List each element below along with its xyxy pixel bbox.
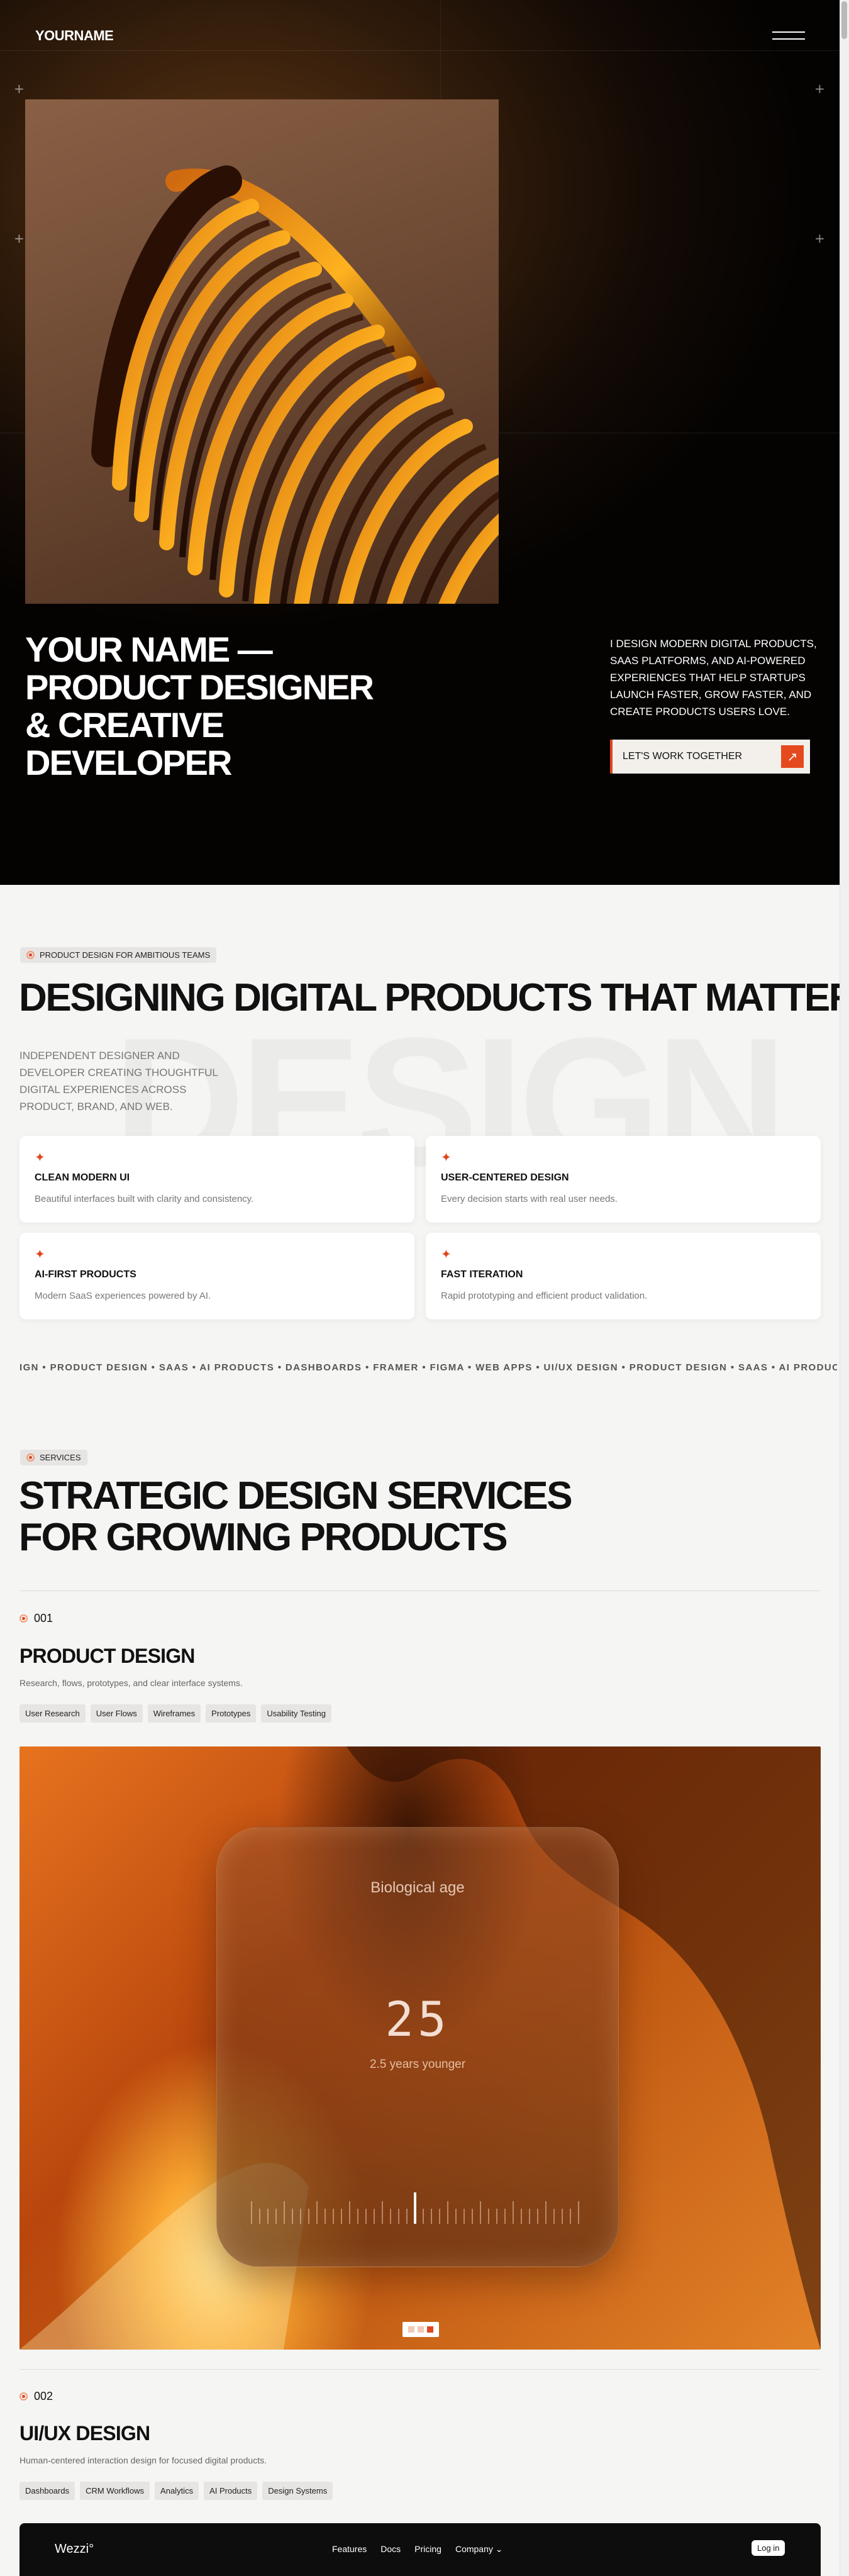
target-dot-icon (26, 1453, 35, 1462)
product-showcase-image: Biological age 25 2.5 years younger (19, 1746, 821, 2350)
sparkle-icon: ✦ (35, 1150, 45, 1165)
services-title: STRATEGIC DESIGN SERVICES FOR GROWING PR… (19, 1474, 573, 1559)
pager-dot-active[interactable] (427, 2326, 433, 2333)
cta-label: LET'S WORK TOGETHER (623, 751, 743, 762)
target-dot-icon (19, 2392, 28, 2401)
feature-card: ✦ AI-FIRST PRODUCTS Modern SaaS experien… (19, 1233, 414, 1319)
about-subtitle: INDEPENDENT DESIGNER AND DEVELOPER CREAT… (19, 1050, 218, 1113)
plus-icon: + (814, 81, 825, 96)
feature-card: ✦ FAST ITERATION Rapid prototyping and e… (426, 1233, 821, 1319)
skills-marquee: IGN • PRODUCT DESIGN • SAAS • AI PRODUCT… (19, 1362, 837, 1373)
plus-icon: + (14, 231, 25, 246)
section-pill: SERVICES (20, 1450, 87, 1465)
site-logo[interactable]: YOURNAME (35, 28, 114, 44)
hero-description: I DESIGN MODERN DIGITAL PRODUCTS, SAAS P… (610, 638, 817, 718)
tag[interactable]: CRM Workflows (80, 2482, 150, 2500)
scrollbar-track[interactable] (840, 0, 849, 2576)
pill-label: PRODUCT DESIGN FOR AMBITIOUS TEAMS (40, 950, 211, 960)
hero-title: YOUR NAME — PRODUCT DESIGNER & CREATIVE … (25, 630, 374, 782)
ruler-scale (251, 2192, 579, 2224)
work-together-button[interactable]: LET'S WORK TOGETHER ↗ (610, 740, 810, 774)
about-section: DESIGN PRODUCT DESIGN FOR AMBITIOUS TEAM… (0, 885, 840, 1388)
service-description: Human-centered interaction design for fo… (19, 2455, 267, 2465)
tag[interactable]: User Research (19, 1704, 86, 1723)
feature-card-description: Beautiful interfaces built with clarity … (35, 1194, 254, 1204)
login-button[interactable]: Log in (752, 2540, 785, 2556)
service-number: 002 (19, 2390, 53, 2403)
preview-nav-links: Features Docs Pricing Company ⌄ (332, 2544, 503, 2555)
device-label: Biological age (370, 1879, 465, 1896)
tag[interactable]: Design Systems (262, 2482, 333, 2500)
tag[interactable]: AI Products (204, 2482, 258, 2500)
nav-link-company[interactable]: Company ⌄ (455, 2544, 503, 2555)
nav-link-features[interactable]: Features (332, 2544, 367, 2555)
pager-dot[interactable] (408, 2326, 414, 2333)
feature-card-description: Modern SaaS experiences powered by AI. (35, 1291, 211, 1301)
service-tags: Dashboards CRM Workflows Analytics AI Pr… (19, 2482, 333, 2500)
arrow-up-right-icon: ↗ (781, 745, 804, 768)
sparkle-icon: ✦ (35, 1246, 45, 1262)
slide-pager[interactable] (402, 2322, 439, 2337)
service-number-label: 001 (34, 1612, 53, 1624)
about-title: DESIGNING DIGITAL PRODUCTS THAT MATTER (19, 976, 840, 1019)
target-dot-icon (26, 951, 35, 959)
grid-line (0, 50, 840, 51)
device-caption: 2.5 years younger (369, 2058, 466, 2071)
feature-card-description: Every decision starts with real user nee… (441, 1194, 618, 1204)
service-description: Research, flows, prototypes, and clear i… (19, 1678, 243, 1688)
hero-sculpture-image (25, 99, 499, 604)
sparkle-icon: ✦ (441, 1150, 452, 1165)
service-number: 001 (19, 1612, 53, 1625)
chevron-down-icon: ⌄ (495, 2544, 503, 2554)
sparkle-icon: ✦ (441, 1246, 452, 1262)
pager-dot[interactable] (418, 2326, 424, 2333)
service-number-label: 002 (34, 2390, 53, 2402)
nav-link-company-label: Company (455, 2544, 493, 2554)
sculpture-graphic (91, 165, 499, 604)
scrollbar-thumb[interactable] (841, 1, 847, 39)
pill-label: SERVICES (40, 1453, 81, 1462)
feature-card-title: AI-FIRST PRODUCTS (35, 1269, 136, 1280)
service-name: UI/UX DESIGN (19, 2422, 150, 2445)
feature-card: ✦ USER-CENTERED DESIGN Every decision st… (426, 1136, 821, 1223)
hamburger-menu-icon[interactable] (772, 29, 805, 42)
tag[interactable]: Analytics (155, 2482, 199, 2500)
biological-age-device: Biological age 25 2.5 years younger (216, 1827, 619, 2267)
plus-icon: + (14, 81, 25, 96)
nav-link-pricing[interactable]: Pricing (414, 2544, 441, 2555)
service-tags: User Research User Flows Wireframes Prot… (19, 1704, 332, 1723)
divider (19, 2369, 821, 2370)
tag[interactable]: Wireframes (147, 1704, 201, 1723)
service-name: PRODUCT DESIGN (19, 1645, 195, 1667)
plus-icon: + (814, 231, 825, 246)
preview-logo[interactable]: Wezzi° (55, 2542, 94, 2557)
target-dot-icon (19, 1614, 28, 1623)
feature-card-title: FAST ITERATION (441, 1269, 523, 1280)
section-pill: PRODUCT DESIGN FOR AMBITIOUS TEAMS (20, 947, 217, 963)
tag[interactable]: User Flows (90, 1704, 143, 1723)
feature-card-description: Rapid prototyping and efficient product … (441, 1291, 648, 1301)
feature-card-title: CLEAN MODERN UI (35, 1172, 130, 1183)
preview-navbar: Wezzi° Features Docs Pricing Company ⌄ L… (19, 2523, 821, 2576)
tag[interactable]: Prototypes (206, 1704, 257, 1723)
hero-section: + + + + YOURNAME YOUR NAME — PRODUCT DES… (0, 0, 840, 885)
device-value: 25 (385, 1991, 450, 2047)
nav-link-docs[interactable]: Docs (380, 2544, 401, 2555)
tag[interactable]: Usability Testing (261, 1704, 332, 1723)
tag[interactable]: Dashboards (19, 2482, 75, 2500)
feature-card-title: USER-CENTERED DESIGN (441, 1172, 569, 1183)
feature-card: ✦ CLEAN MODERN UI Beautiful interfaces b… (19, 1136, 414, 1223)
